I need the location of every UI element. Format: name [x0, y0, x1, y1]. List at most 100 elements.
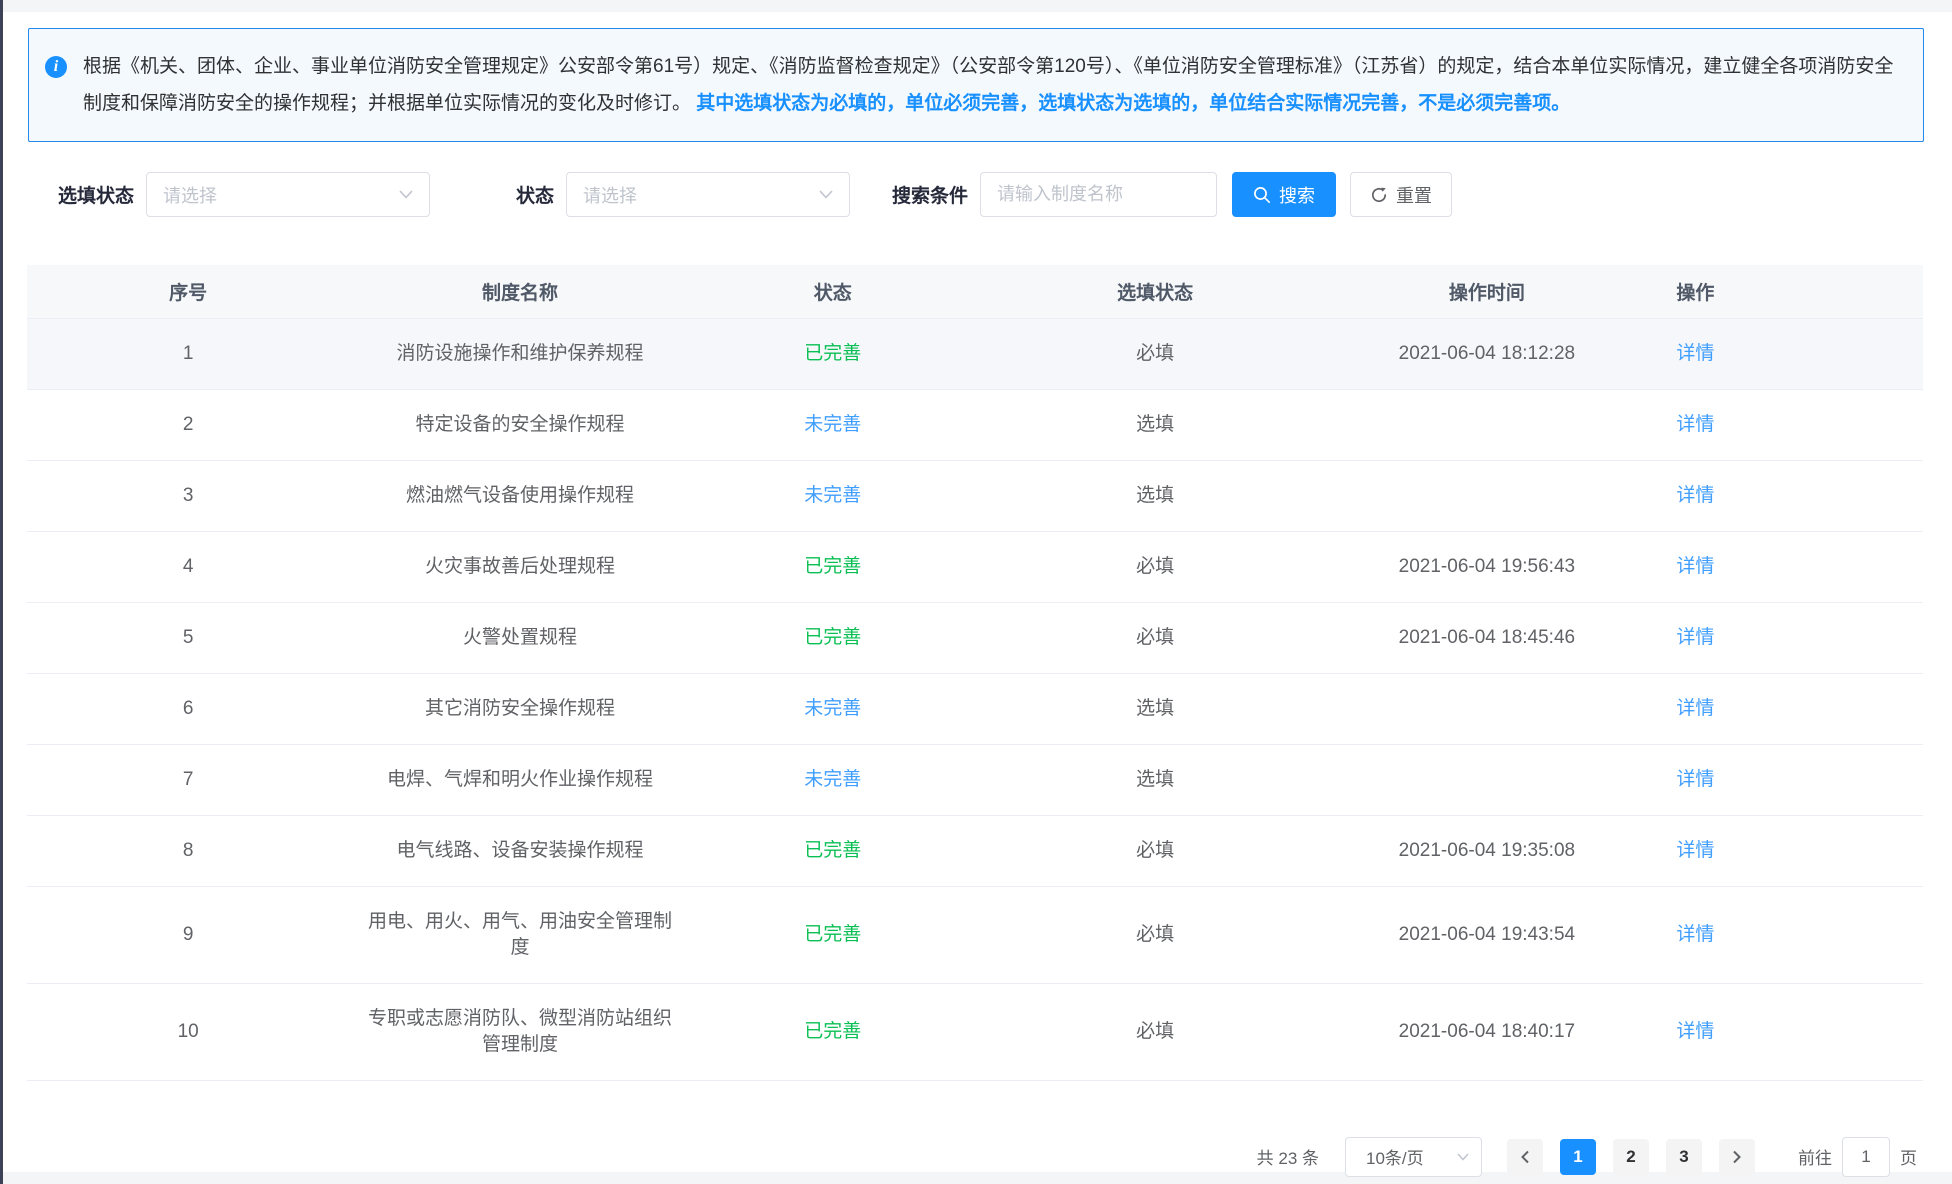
cell-index: 6 [27, 673, 349, 744]
status-text: 未完善 [804, 414, 861, 435]
page-number-button[interactable]: 3 [1666, 1139, 1702, 1175]
cell-gutter [1752, 983, 1923, 1080]
column-header-gutter [1752, 265, 1923, 318]
page-size-select[interactable]: 10条/页 [1345, 1137, 1482, 1177]
page-number-button[interactable]: 2 [1613, 1139, 1649, 1175]
cell-status: 未完善 [691, 744, 975, 815]
filter-bar: 选填状态 请选择 状态 请选择 搜索条件 搜索 重置 [58, 172, 1952, 217]
column-header-index: 序号 [27, 265, 349, 318]
cell-name: 火警处置规程 [349, 602, 690, 673]
cell-action: 详情 [1639, 531, 1753, 602]
cell-name: 电气线路、设备安装操作规程 [349, 815, 690, 886]
column-header-name: 制度名称 [349, 265, 690, 318]
goto-label: 前往 [1798, 1144, 1832, 1169]
cell-name: 燃油燃气设备使用操作规程 [349, 460, 690, 531]
status-text: 已完善 [804, 556, 861, 577]
cell-fill-status: 必填 [975, 318, 1335, 389]
table-row: 2特定设备的安全操作规程未完善选填详情 [27, 389, 1923, 460]
cell-time: 2021-06-04 19:35:08 [1335, 815, 1638, 886]
info-banner: i 根据《机关、团体、企业、事业单位消防安全管理规定》公安部令第61号）规定、《… [28, 28, 1924, 142]
cell-gutter [1752, 815, 1923, 886]
cell-gutter [1752, 460, 1923, 531]
cell-index: 2 [27, 389, 349, 460]
table-row: 6其它消防安全操作规程未完善选填详情 [27, 673, 1923, 744]
column-header-action: 操作 [1639, 265, 1753, 318]
status-text: 已完善 [804, 627, 861, 648]
pager: 123 [1507, 1139, 1755, 1175]
detail-link[interactable]: 详情 [1676, 485, 1714, 506]
cell-fill-status: 必填 [975, 983, 1335, 1080]
regulation-table: 序号 制度名称 状态 选填状态 操作时间 操作 1消防设施操作和维护保养规程已完… [27, 265, 1923, 1081]
cell-fill-status: 选填 [975, 744, 1335, 815]
detail-link[interactable]: 详情 [1676, 414, 1714, 435]
cell-status: 未完善 [691, 460, 975, 531]
detail-link[interactable]: 详情 [1676, 924, 1714, 945]
detail-link[interactable]: 详情 [1676, 627, 1714, 648]
status-text: 未完善 [804, 769, 861, 790]
cell-action: 详情 [1639, 460, 1753, 531]
table-header-row: 序号 制度名称 状态 选填状态 操作时间 操作 [27, 265, 1923, 318]
reset-button[interactable]: 重置 [1350, 172, 1452, 217]
cell-action: 详情 [1639, 886, 1753, 983]
goto-page-input[interactable] [1842, 1137, 1890, 1177]
optional-status-select[interactable]: 请选择 [146, 172, 430, 217]
status-text: 已完善 [804, 924, 861, 945]
cell-time: 2021-06-04 19:43:54 [1335, 886, 1638, 983]
optional-status-placeholder: 请选择 [163, 182, 217, 208]
cell-action: 详情 [1639, 815, 1753, 886]
prev-page-button[interactable] [1507, 1139, 1543, 1175]
page-number-list: 123 [1560, 1139, 1702, 1175]
status-text: 已完善 [804, 1021, 861, 1042]
cell-status: 已完善 [691, 815, 975, 886]
cell-action: 详情 [1639, 389, 1753, 460]
table-row: 3燃油燃气设备使用操作规程未完善选填详情 [27, 460, 1923, 531]
table-body: 1消防设施操作和维护保养规程已完善必填2021-06-04 18:12:28详情… [27, 318, 1923, 1080]
banner-text-highlight: 其中选填状态为必填的，单位必须完善，选填状态为选填的，单位结合实际情况完善，不是… [691, 93, 1570, 114]
page-size-value: 10条/页 [1366, 1144, 1424, 1169]
chevron-down-icon [819, 190, 833, 199]
detail-link[interactable]: 详情 [1676, 769, 1714, 790]
status-text: 未完善 [804, 485, 861, 506]
cell-action: 详情 [1639, 744, 1753, 815]
cell-fill-status: 必填 [975, 531, 1335, 602]
info-icon: i [45, 56, 67, 78]
cell-time [1335, 460, 1638, 531]
detail-link[interactable]: 详情 [1676, 556, 1714, 577]
cell-action: 详情 [1639, 673, 1753, 744]
cell-gutter [1752, 318, 1923, 389]
table-row: 4火灾事故善后处理规程已完善必填2021-06-04 19:56:43详情 [27, 531, 1923, 602]
cell-fill-status: 选填 [975, 673, 1335, 744]
cell-fill-status: 必填 [975, 815, 1335, 886]
next-page-button[interactable] [1719, 1139, 1755, 1175]
cell-status: 已完善 [691, 602, 975, 673]
search-button[interactable]: 搜索 [1232, 172, 1336, 217]
table-row: 10专职或志愿消防队、微型消防站组织管理制度已完善必填2021-06-04 18… [27, 983, 1923, 1080]
detail-link[interactable]: 详情 [1676, 1021, 1714, 1042]
cell-index: 7 [27, 744, 349, 815]
cell-index: 5 [27, 602, 349, 673]
search-input[interactable] [980, 172, 1217, 217]
optional-status-label: 选填状态 [58, 181, 134, 208]
cell-gutter [1752, 602, 1923, 673]
chevron-down-icon [399, 190, 413, 199]
chevron-down-icon [1457, 1153, 1469, 1161]
cell-fill-status: 选填 [975, 389, 1335, 460]
goto-suffix: 页 [1900, 1144, 1917, 1169]
cell-action: 详情 [1639, 602, 1753, 673]
table-row: 1消防设施操作和维护保养规程已完善必填2021-06-04 18:12:28详情 [27, 318, 1923, 389]
status-select[interactable]: 请选择 [566, 172, 850, 217]
page-number-button[interactable]: 1 [1560, 1139, 1596, 1175]
cell-status: 已完善 [691, 531, 975, 602]
table-row: 8电气线路、设备安装操作规程已完善必填2021-06-04 19:35:08详情 [27, 815, 1923, 886]
cell-fill-status: 必填 [975, 886, 1335, 983]
cell-name: 其它消防安全操作规程 [349, 673, 690, 744]
detail-link[interactable]: 详情 [1676, 698, 1714, 719]
status-placeholder: 请选择 [583, 182, 637, 208]
cell-status: 已完善 [691, 983, 975, 1080]
search-icon [1253, 186, 1271, 204]
cell-gutter [1752, 744, 1923, 815]
detail-link[interactable]: 详情 [1676, 840, 1714, 861]
cell-time: 2021-06-04 18:12:28 [1335, 318, 1638, 389]
reset-button-label: 重置 [1396, 182, 1432, 208]
detail-link[interactable]: 详情 [1676, 343, 1714, 364]
